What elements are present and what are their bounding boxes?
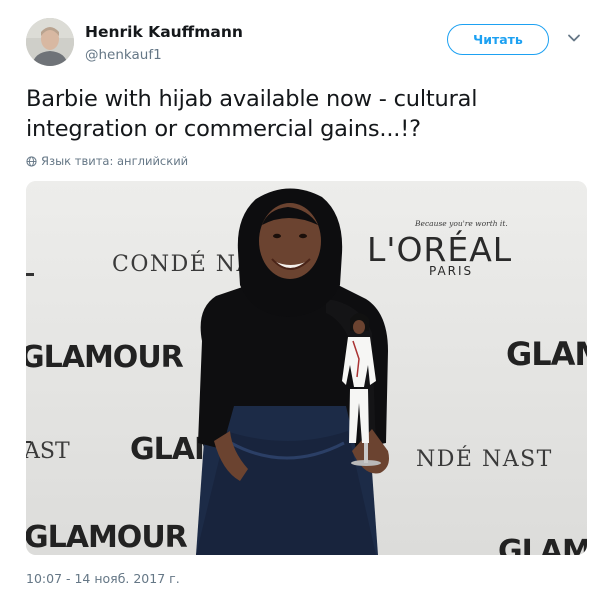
user-avatar-icon [26, 18, 74, 66]
avatar[interactable] [26, 18, 74, 66]
backdrop-loreal-city: PARIS [429, 264, 473, 278]
author-handle[interactable]: @henkauf1 [85, 47, 162, 63]
tweet-header: Henrik Kauffmann @henkauf1 Читать [26, 18, 586, 70]
backdrop-glamour-partial-1: GLAM [506, 335, 587, 373]
follow-button[interactable]: Читать [447, 24, 549, 55]
photo-image: CONDÉ NAST Because you're worth it. L'OR… [26, 181, 587, 555]
tweet-timestamp[interactable]: 10:07 - 14 нояб. 2017 г. [26, 571, 180, 586]
chevron-down-icon[interactable] [567, 31, 581, 45]
backdrop-glamour-2: GLAMOUR [26, 520, 188, 555]
tweet-text: Barbie with hijab available now - cultur… [26, 86, 478, 142]
author-name[interactable]: Henrik Kauffmann [85, 23, 243, 41]
backdrop-ast-partial: AST [26, 439, 70, 464]
backdrop-glamour-partial-3: GLAM [498, 534, 587, 555]
backdrop-loreal: L'ORÉAL [367, 229, 512, 269]
tweet-language-label: Язык твита: английский [41, 154, 189, 168]
tweet-language: Язык твита: английский [26, 154, 188, 168]
backdrop-loreal-tagline: Because you're worth it. [414, 219, 508, 228]
globe-icon [26, 155, 37, 167]
backdrop-nde-nast-partial: NDÉ NAST [416, 445, 553, 472]
backdrop-glamour-1: GLAMOUR [26, 340, 184, 375]
tweet-photo[interactable]: CONDÉ NAST Because you're worth it. L'OR… [26, 181, 587, 555]
